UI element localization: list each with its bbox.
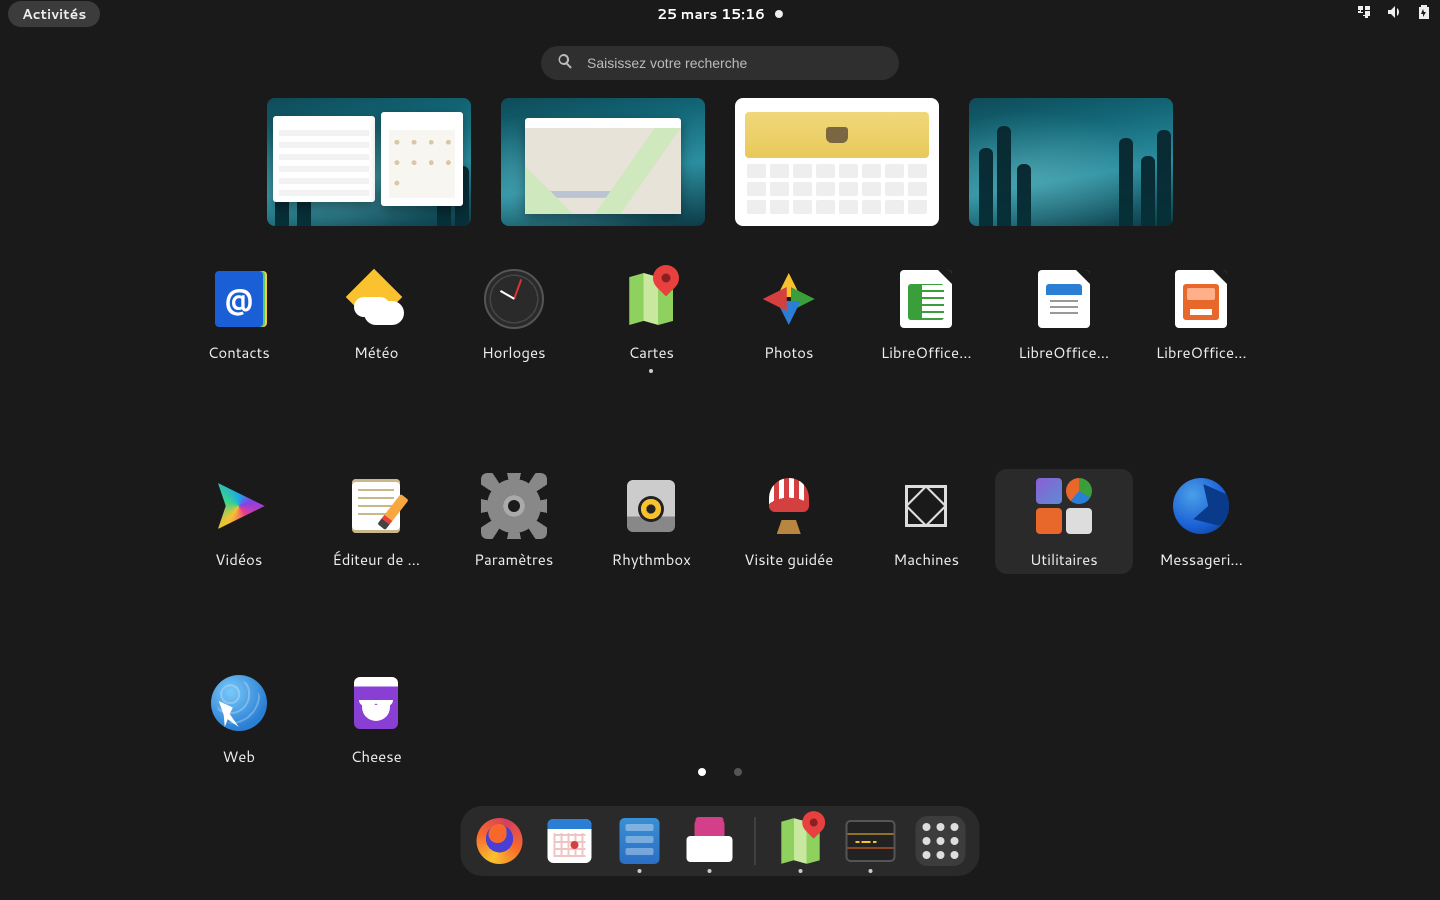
text-editor-icon	[352, 479, 400, 533]
app-web[interactable]: Web	[170, 666, 308, 771]
dash-calendar[interactable]	[545, 816, 595, 866]
boxes-icon	[901, 481, 951, 531]
app-thunderbird[interactable]: Messageri…	[1133, 469, 1271, 574]
app-rhythmbox[interactable]: Rhythmbox	[583, 469, 721, 574]
app-libreoffice-writer[interactable]: LibreOffice…	[995, 262, 1133, 377]
search-container	[541, 46, 899, 80]
workspace-thumbnail-3[interactable]	[735, 98, 939, 226]
calendar-icon	[548, 819, 592, 863]
thunderbird-icon	[1173, 478, 1229, 534]
system-status-area[interactable]	[1356, 4, 1432, 25]
apps-grid-icon	[923, 823, 959, 859]
dash	[461, 806, 980, 876]
software-icon	[687, 820, 733, 862]
cheese-icon	[354, 677, 398, 729]
app-tour[interactable]: Visite guidée	[720, 469, 858, 574]
firefox-icon	[477, 818, 523, 864]
clock-icon	[484, 269, 544, 329]
running-indicator-icon	[708, 869, 712, 873]
app-boxes[interactable]: Machines	[858, 469, 996, 574]
files-icon	[620, 818, 660, 864]
date-menu[interactable]: 25 mars 15:16	[657, 4, 783, 24]
workspace-switcher	[267, 98, 1173, 226]
page-dot-1[interactable]	[698, 768, 706, 776]
dash-maps[interactable]	[776, 816, 826, 866]
app-cheese[interactable]: Cheese	[308, 666, 446, 771]
app-cartes[interactable]: Cartes	[583, 262, 721, 377]
workspace-thumbnail-4[interactable]	[969, 98, 1173, 226]
dash-system-monitor[interactable]	[846, 816, 896, 866]
activities-button[interactable]: Activités	[8, 1, 100, 27]
window-thumbnail[interactable]	[381, 112, 463, 206]
app-text-editor[interactable]: Éditeur de …	[308, 469, 446, 574]
libreoffice-calc-icon	[900, 270, 952, 328]
gear-icon	[487, 479, 541, 533]
folder-icon	[1036, 478, 1092, 534]
maps-icon	[781, 818, 820, 864]
app-videos[interactable]: Vidéos	[170, 469, 308, 574]
window-thumbnail	[745, 112, 929, 158]
notification-indicator-icon	[775, 10, 783, 18]
workspace-thumbnail-2[interactable]	[501, 98, 705, 226]
page-indicator	[698, 768, 742, 776]
volume-icon	[1386, 4, 1402, 25]
app-horloges[interactable]: Horloges	[445, 262, 583, 377]
videos-icon	[213, 483, 265, 529]
app-folder-utilitaires[interactable]: Utilitaires	[995, 469, 1133, 574]
dash-separator	[755, 817, 756, 865]
workspace-thumbnail-1[interactable]	[267, 98, 471, 226]
running-indicator-icon	[638, 869, 642, 873]
app-libreoffice-calc[interactable]: LibreOffice…	[858, 262, 996, 377]
contacts-icon	[215, 271, 263, 327]
window-thumbnail[interactable]	[525, 118, 681, 214]
dash-show-apps[interactable]	[916, 816, 966, 866]
network-wired-icon	[1356, 4, 1372, 25]
libreoffice-writer-icon	[1038, 270, 1090, 328]
top-bar: Activités 25 mars 15:16	[0, 0, 1440, 28]
libreoffice-impress-icon	[1175, 270, 1227, 328]
search-icon	[557, 53, 573, 74]
web-browser-icon	[211, 675, 267, 731]
system-monitor-icon	[846, 820, 896, 862]
app-meteo[interactable]: Météo	[308, 262, 446, 377]
app-settings[interactable]: Paramètres	[445, 469, 583, 574]
tour-icon	[767, 478, 811, 534]
maps-icon	[629, 273, 673, 325]
dash-software[interactable]	[685, 816, 735, 866]
app-contacts[interactable]: Contacts	[170, 262, 308, 377]
running-indicator-icon	[869, 869, 873, 873]
app-photos[interactable]: Photos	[720, 262, 858, 377]
weather-icon	[352, 275, 400, 323]
date-label: 25 mars 15:16	[657, 4, 765, 24]
page-dot-2[interactable]	[734, 768, 742, 776]
dash-files[interactable]	[615, 816, 665, 866]
running-indicator-icon	[649, 369, 653, 373]
rhythmbox-icon	[627, 480, 675, 532]
app-grid: Contacts Météo Horloges Cartes Photos Li…	[170, 262, 1270, 771]
search-input[interactable]	[585, 54, 883, 72]
window-thumbnail[interactable]	[273, 116, 375, 202]
photos-icon	[763, 273, 815, 325]
running-indicator-icon	[799, 869, 803, 873]
battery-icon	[1416, 4, 1432, 25]
dash-firefox[interactable]	[475, 816, 525, 866]
search-field[interactable]	[541, 46, 899, 80]
app-libreoffice-impress[interactable]: LibreOffice…	[1133, 262, 1271, 377]
